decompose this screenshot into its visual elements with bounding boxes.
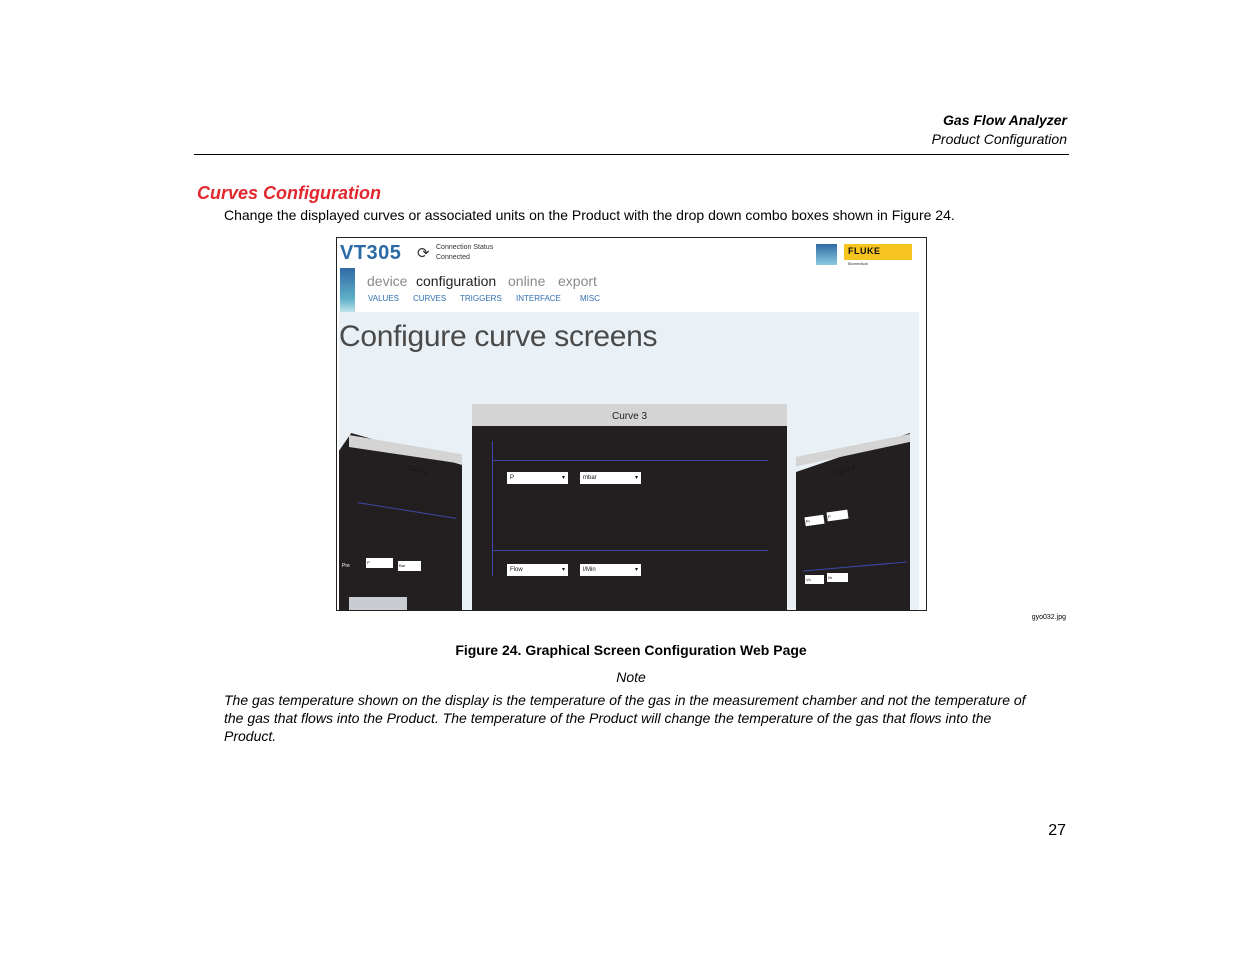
subnav-triggers: TRIGGERS xyxy=(460,294,502,303)
figure-screenshot: VT305 ⟳ Connection Status Connected devi… xyxy=(336,237,927,611)
curve-center-bottom-gridline xyxy=(492,550,768,551)
refresh-icon: ⟳ xyxy=(417,245,430,262)
curve-left-label: Pre xyxy=(342,563,350,569)
curve-right-unit2-combo[interactable]: l/h xyxy=(827,573,848,582)
nav-device: device xyxy=(367,273,408,289)
curve-center-top-gridline xyxy=(492,460,768,461)
brand-gradient-bar-top xyxy=(340,268,355,312)
connection-status-label: Connection Status xyxy=(436,244,494,251)
nav-online: online xyxy=(508,273,546,289)
subnav-values: VALUES xyxy=(368,294,399,303)
running-header-subtitle: Product Configuration xyxy=(931,131,1067,147)
connection-status-value: Connected xyxy=(436,254,470,261)
curve-left-unit-combo[interactable]: Bar xyxy=(398,561,421,571)
subnav-misc: MISC xyxy=(580,294,600,303)
running-header-title: Gas Flow Analyzer xyxy=(943,112,1067,128)
curve-center-bottom-param-combo[interactable]: Flow xyxy=(507,564,568,576)
page-number: 27 xyxy=(1048,822,1066,839)
curve-center-top-param-combo[interactable]: P xyxy=(507,472,568,484)
note-body: The gas temperature shown on the display… xyxy=(224,692,1026,744)
figure-file-tag: gyo032.jpg xyxy=(1031,614,1066,621)
fluke-logo-subtext: Biomedical xyxy=(848,261,868,266)
nav-configuration: configuration xyxy=(416,273,497,289)
nav-export: export xyxy=(558,273,597,289)
page-heading: Configure curve screens xyxy=(339,320,658,353)
curve-center-y-axis xyxy=(492,441,493,576)
curve-left-param-combo[interactable]: P xyxy=(366,558,393,568)
curve-center-title: Curve 3 xyxy=(472,404,787,426)
section-intro: Change the displayed curves or associate… xyxy=(224,207,955,223)
brand-square xyxy=(816,244,837,265)
scroll-strip xyxy=(349,597,407,610)
figure-caption: Figure 24. Graphical Screen Configuratio… xyxy=(455,642,807,658)
subnav-curves: CURVES xyxy=(413,294,447,303)
curve-card-center xyxy=(472,404,787,610)
curve-center-top-unit-combo[interactable]: mbar xyxy=(580,472,641,484)
note-label: Note xyxy=(616,669,646,685)
header-rule xyxy=(194,154,1069,155)
section-heading: Curves Configuration xyxy=(197,183,382,203)
app-title: VT305 xyxy=(340,242,402,264)
curve-center-bottom-unit-combo[interactable]: l/Min xyxy=(580,564,641,576)
subnav-interface: INTERFACE xyxy=(516,294,561,303)
fluke-logo-text: FLUKE xyxy=(848,246,881,256)
curve-right-label2: Vo xyxy=(805,575,824,584)
